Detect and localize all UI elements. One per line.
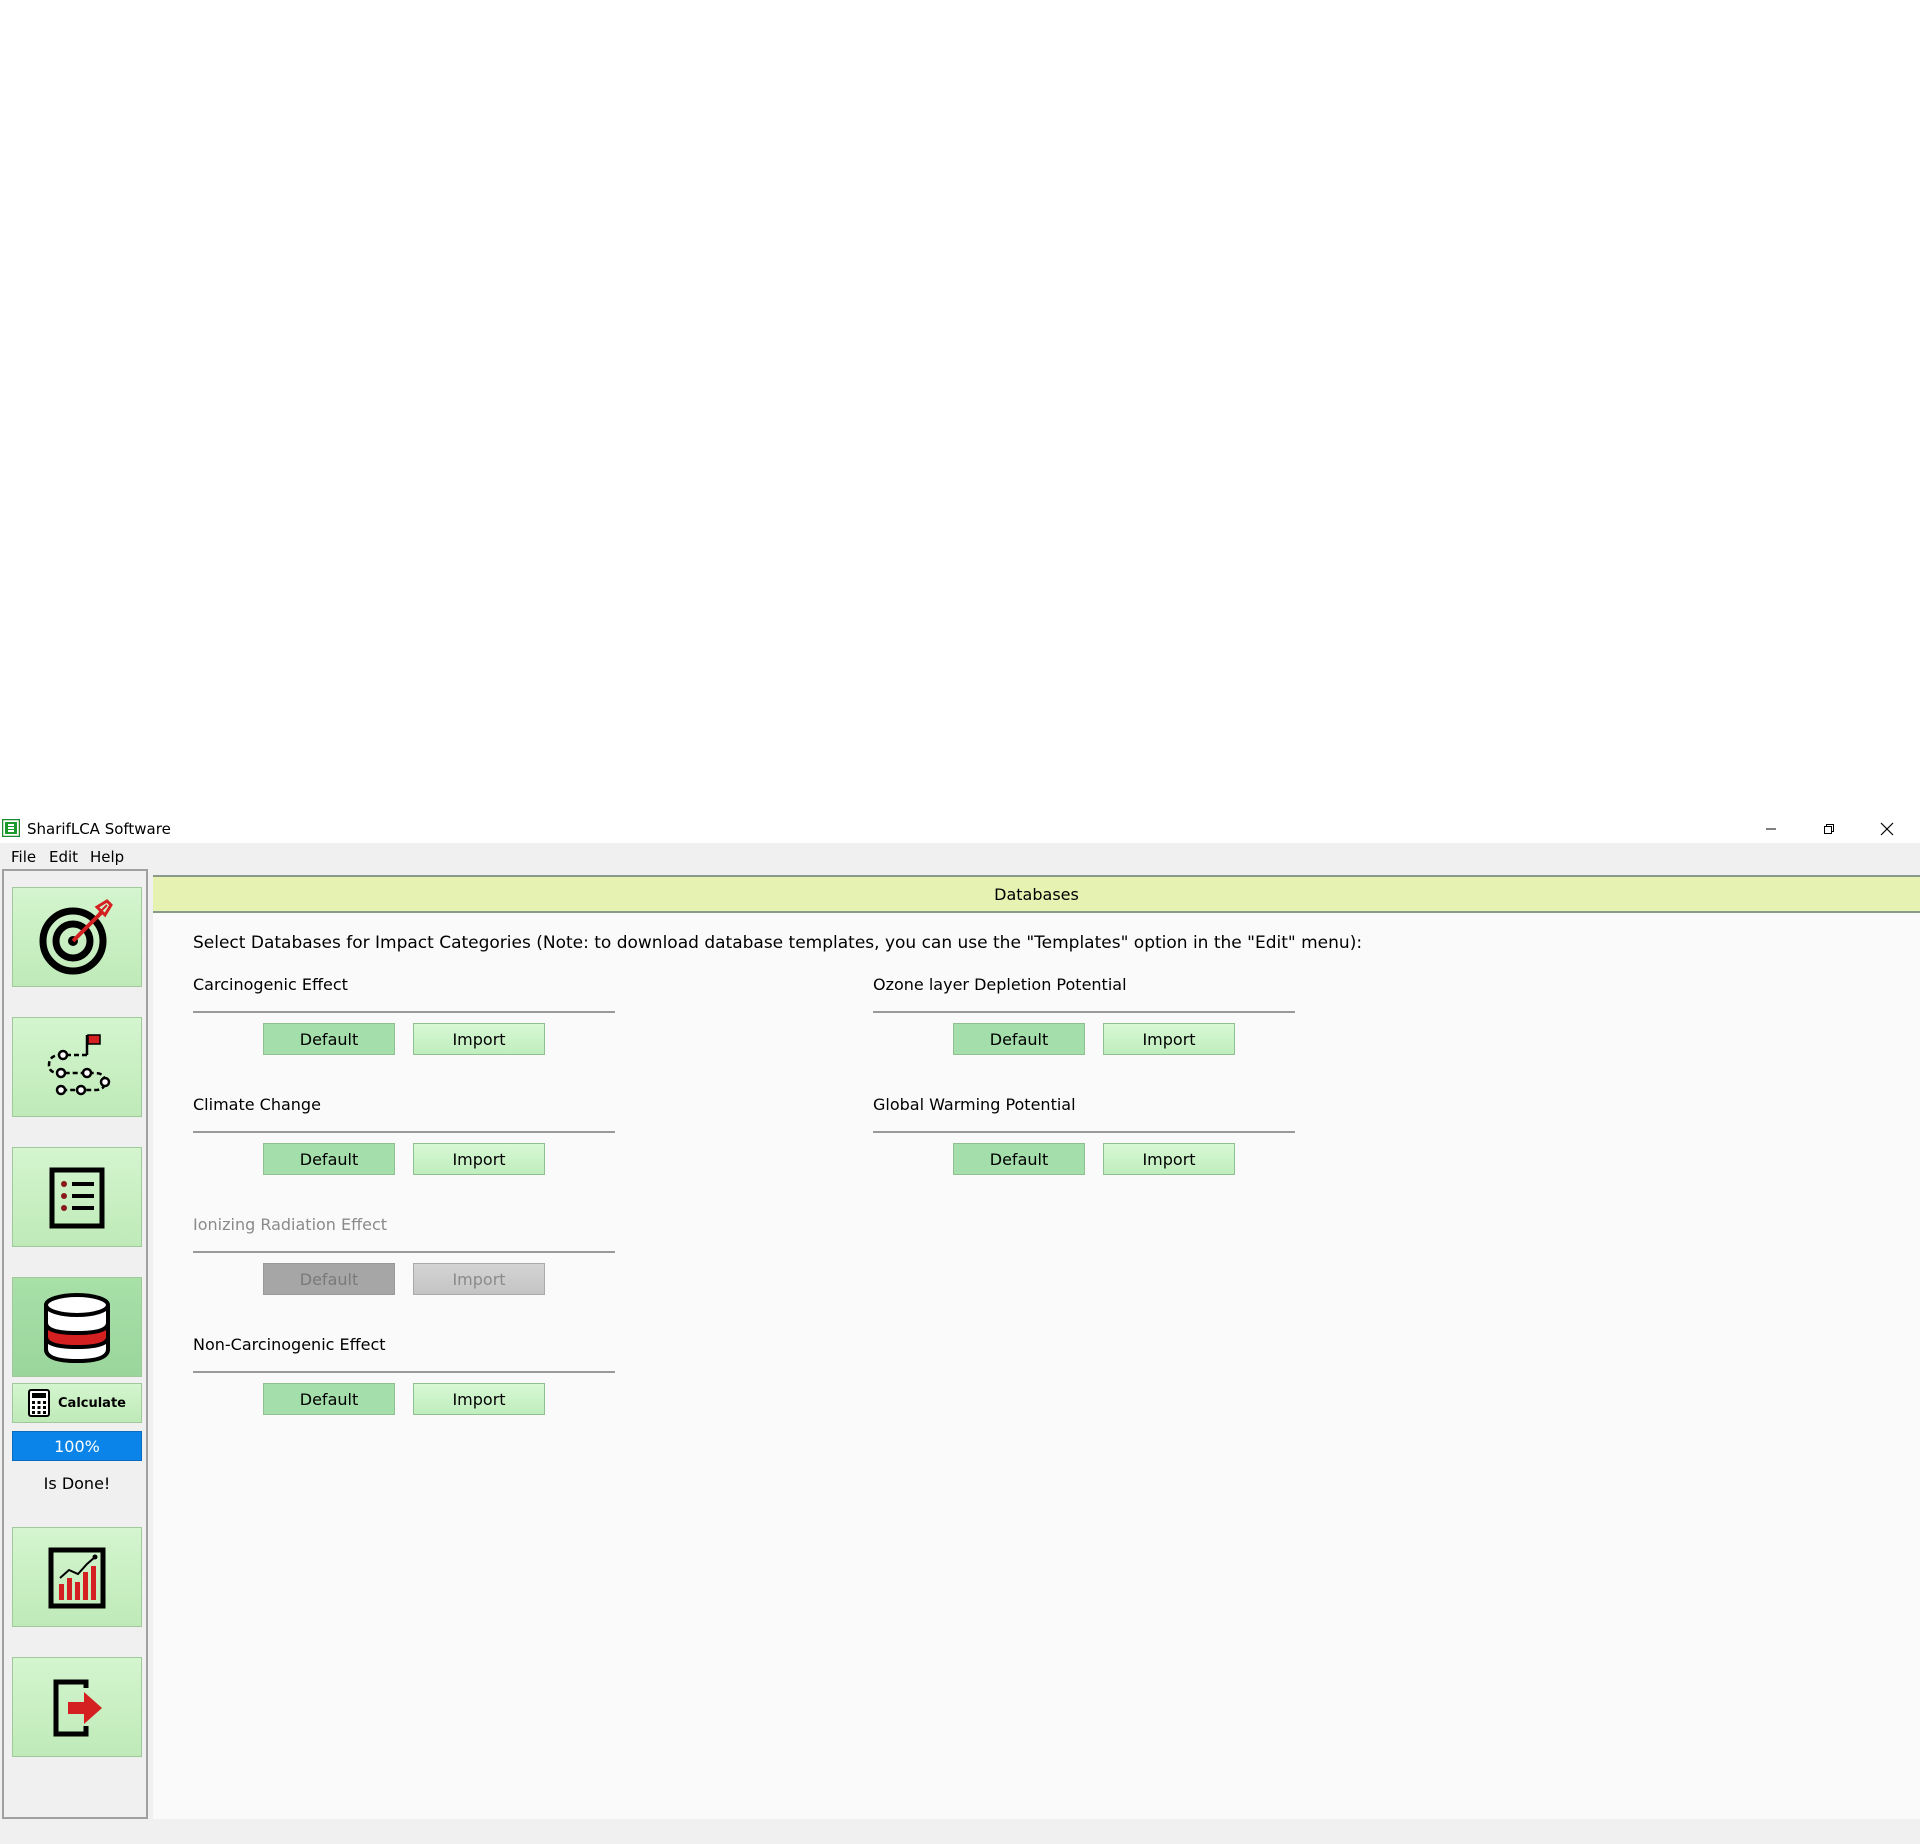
exit-icon bbox=[53, 1679, 102, 1737]
group-non-carcinogenic-effect: Non-Carcinogenic Effect Default Import bbox=[193, 1335, 615, 1445]
group-ozone-depletion: Ozone layer Depletion Potential Default … bbox=[873, 975, 1295, 1085]
nav-goal-button[interactable] bbox=[12, 887, 142, 987]
list-icon bbox=[49, 1167, 105, 1229]
nav-inventory-button[interactable] bbox=[12, 1147, 142, 1247]
carcinogenic-import-button[interactable]: Import bbox=[413, 1023, 545, 1055]
progress-bar: 100% bbox=[12, 1431, 142, 1461]
group-title: Climate Change bbox=[193, 1095, 321, 1114]
status-bar bbox=[0, 1819, 1920, 1844]
instructions-text: Select Databases for Impact Categories (… bbox=[193, 933, 1363, 953]
ionizing-import-button: Import bbox=[413, 1263, 545, 1295]
target-icon bbox=[39, 899, 113, 975]
nav-process-button[interactable] bbox=[12, 1017, 142, 1117]
database-icon bbox=[44, 1293, 110, 1364]
group-ionizing-radiation: Ionizing Radiation Effect Default Import bbox=[193, 1215, 615, 1325]
group-global-warming: Global Warming Potential Default Import bbox=[873, 1095, 1295, 1205]
menu-file[interactable]: File bbox=[11, 848, 36, 866]
calculate-label: Calculate bbox=[58, 1395, 126, 1411]
group-divider bbox=[873, 1011, 1295, 1013]
nav-databases-button[interactable] bbox=[12, 1277, 142, 1377]
non-carcinogenic-import-button[interactable]: Import bbox=[413, 1383, 545, 1415]
group-title: Carcinogenic Effect bbox=[193, 975, 348, 994]
carcinogenic-default-button[interactable]: Default bbox=[263, 1023, 395, 1055]
group-climate-change: Climate Change Default Import bbox=[193, 1095, 615, 1205]
group-title: Global Warming Potential bbox=[873, 1095, 1076, 1114]
main-panel: Databases Select Databases for Impact Ca… bbox=[153, 875, 1920, 1819]
ozone-default-button[interactable]: Default bbox=[953, 1023, 1085, 1055]
group-divider bbox=[873, 1131, 1295, 1133]
sidebar: Calculate 100% Is Done! bbox=[2, 869, 148, 1819]
minimize-button[interactable] bbox=[1742, 815, 1800, 843]
group-divider bbox=[193, 1011, 615, 1013]
report-chart-icon bbox=[48, 1547, 106, 1609]
group-divider bbox=[193, 1131, 615, 1133]
global-warming-import-button[interactable]: Import bbox=[1103, 1143, 1235, 1175]
climate-default-button[interactable]: Default bbox=[263, 1143, 395, 1175]
title-bar: SharifLCA Software bbox=[0, 815, 1920, 843]
menu-help[interactable]: Help bbox=[90, 848, 124, 866]
process-flow-icon bbox=[47, 1034, 111, 1096]
restore-button[interactable] bbox=[1800, 815, 1858, 843]
status-text: Is Done! bbox=[43, 1474, 111, 1493]
menu-bar: File Edit Help bbox=[0, 843, 1920, 869]
group-title: Non-Carcinogenic Effect bbox=[193, 1335, 386, 1354]
ionizing-default-button: Default bbox=[263, 1263, 395, 1295]
group-title: Ionizing Radiation Effect bbox=[193, 1215, 388, 1234]
nav-results-button[interactable] bbox=[12, 1527, 142, 1627]
calculate-button[interactable]: Calculate bbox=[12, 1383, 142, 1423]
global-warming-default-button[interactable]: Default bbox=[953, 1143, 1085, 1175]
group-title: Ozone layer Depletion Potential bbox=[873, 975, 1127, 994]
non-carcinogenic-default-button[interactable]: Default bbox=[263, 1383, 395, 1415]
window-title: SharifLCA Software bbox=[27, 820, 171, 838]
group-carcinogenic-effect: Carcinogenic Effect Default Import bbox=[193, 975, 615, 1085]
close-button[interactable] bbox=[1858, 815, 1916, 843]
group-divider bbox=[193, 1251, 615, 1253]
page-title: Databases bbox=[153, 875, 1920, 913]
app-icon bbox=[2, 819, 20, 837]
nav-exit-button[interactable] bbox=[12, 1657, 142, 1757]
minimize-icon bbox=[1766, 828, 1776, 830]
app-window: SharifLCA Software File Edit Help Calcul… bbox=[0, 815, 1920, 1844]
calculator-icon bbox=[28, 1389, 50, 1417]
ozone-import-button[interactable]: Import bbox=[1103, 1023, 1235, 1055]
close-icon bbox=[1880, 822, 1894, 836]
climate-import-button[interactable]: Import bbox=[413, 1143, 545, 1175]
progress-label: 100% bbox=[54, 1436, 100, 1456]
restore-icon bbox=[1824, 824, 1834, 834]
menu-edit[interactable]: Edit bbox=[49, 848, 78, 866]
group-divider bbox=[193, 1371, 615, 1373]
